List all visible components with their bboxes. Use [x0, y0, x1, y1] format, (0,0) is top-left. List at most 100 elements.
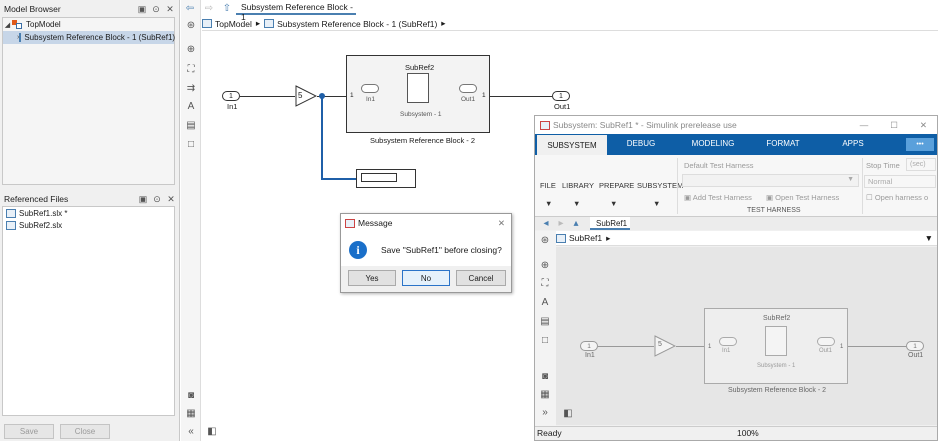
close-icon[interactable]: ✕ — [498, 218, 505, 229]
area-icon[interactable]: □ — [539, 335, 551, 346]
collapse-icon[interactable]: ◢ — [3, 21, 12, 29]
hide-show-browser-icon[interactable]: ⊛ — [185, 20, 197, 31]
tree-item-subref1[interactable]: › Subsystem Reference Block - 1 (SubRef1… — [3, 31, 175, 44]
fit-to-view-icon[interactable]: ⛶ — [539, 278, 551, 289]
ref-block-title: SubRef2 — [405, 63, 435, 72]
breadcrumb-subref1[interactable]: SubRef1 — [569, 233, 602, 243]
image-icon[interactable]: ▤ — [539, 316, 551, 327]
file-item[interactable]: SubRef1.slx * — [3, 207, 174, 219]
property-inspector-icon[interactable]: ▦ — [539, 389, 551, 400]
camera-icon[interactable]: ◙ — [185, 390, 197, 401]
back-icon[interactable]: ◂ — [540, 218, 552, 229]
open-test-harness[interactable]: ▣ Open Test Harness — [766, 193, 839, 202]
close-button[interactable]: Close — [60, 424, 110, 439]
gain-value: 5 — [298, 91, 303, 100]
hide-show-browser-icon[interactable]: ⊛ — [539, 235, 551, 246]
up-icon[interactable]: ⇧ — [221, 3, 233, 14]
inport-label: In1 — [227, 102, 238, 111]
open-harness-checkbox[interactable]: ☐ Open harness o — [866, 193, 928, 202]
signal-line[interactable] — [598, 346, 654, 347]
ribbon-library[interactable]: LIBRARY — [562, 181, 594, 190]
selected-signal-line[interactable] — [321, 178, 358, 180]
chevron-down-icon[interactable]: ▼ — [925, 233, 933, 243]
tab-subsystem[interactable]: SUBSYSTEM — [537, 135, 607, 155]
test-harness-group: TEST HARNESS — [747, 207, 801, 214]
signal-line[interactable] — [240, 96, 295, 97]
ribbon-file[interactable]: FILE — [540, 181, 556, 190]
signal-line[interactable] — [848, 346, 906, 347]
collapse-toolbar-icon[interactable]: « — [185, 426, 197, 437]
tab-format[interactable]: FORMAT — [757, 133, 809, 154]
chevron-down-icon: ▼ — [847, 176, 854, 183]
outport-block[interactable]: 1 — [906, 341, 924, 351]
tab-subsystem-reference-block-1[interactable]: Subsystem Reference Block - 1 — [236, 2, 356, 22]
back-icon[interactable]: ⇦ — [184, 3, 196, 14]
dropdown-icon[interactable]: ▼ — [545, 199, 552, 208]
stop-time-input[interactable]: (sec) — [906, 158, 936, 171]
ref-block-name: Subsystem Reference Block - 2 — [728, 387, 827, 394]
area-icon[interactable]: □ — [185, 139, 197, 150]
up-icon[interactable]: ▴ — [570, 218, 582, 229]
breadcrumb-topmodel[interactable]: TopModel — [215, 19, 252, 29]
annotation-icon[interactable]: A — [185, 101, 197, 112]
explorer-bar-icon[interactable]: ◧ — [562, 408, 574, 419]
annotation-icon[interactable]: A — [539, 297, 551, 308]
subsystem-reference-block-2[interactable]: SubRef2 In1 Subsystem - 1 Out1 1 1 — [704, 308, 848, 384]
tab-apps[interactable]: APPS — [830, 133, 876, 154]
panel-menu-icon[interactable]: ⊙ — [151, 4, 161, 14]
expand-toolbar-icon[interactable]: » — [539, 407, 551, 418]
maximize-icon[interactable]: ☐ — [890, 120, 898, 131]
property-inspector-icon[interactable]: ▦ — [185, 408, 197, 419]
panel-menu-icon[interactable]: ⊙ — [152, 194, 162, 204]
file-item[interactable]: SubRef2.slx — [3, 219, 174, 231]
zoom-icon[interactable]: ⊕ — [185, 44, 197, 55]
breadcrumb-arrow-icon[interactable]: ▸ — [606, 233, 610, 244]
outport-block[interactable]: 1 — [552, 91, 570, 101]
open-icon: ▣ — [766, 193, 776, 202]
close-icon[interactable]: ✕ — [920, 120, 927, 131]
ribbon-prepare[interactable]: PREPARE — [599, 181, 634, 190]
arrow-icon[interactable]: ⇉ — [185, 83, 197, 94]
window-diagram-canvas[interactable]: 1 In1 5 SubRef2 In1 Subsystem - 1 Out1 1… — [556, 247, 937, 425]
dropdown-icon[interactable]: ▼ — [573, 199, 580, 208]
tab-modeling[interactable]: MODELING — [685, 133, 741, 154]
forward-icon[interactable]: ⇨ — [203, 3, 215, 14]
subsystem-reference-block-2[interactable]: SubRef2 In1 Subsystem - 1 Out1 1 1 — [346, 55, 490, 133]
camera-icon[interactable]: ◙ — [539, 371, 551, 382]
image-icon[interactable]: ▤ — [185, 120, 197, 131]
tab-debug[interactable]: DEBUG — [615, 133, 667, 154]
breadcrumb-arrow-icon[interactable]: ▸ — [441, 18, 445, 29]
subsystem-reference-icon — [19, 33, 22, 42]
save-button[interactable]: Save — [4, 424, 54, 439]
minimize-icon[interactable]: — — [860, 120, 869, 130]
tree-item-topmodel[interactable]: ◢ TopModel — [3, 18, 174, 31]
signal-line[interactable] — [676, 346, 704, 347]
forward-icon[interactable]: ▸ — [555, 218, 567, 229]
yes-button[interactable]: Yes — [348, 270, 396, 286]
close-icon[interactable]: ✕ — [166, 194, 176, 204]
inner-inport — [361, 84, 379, 93]
inport-block[interactable]: 1 — [580, 341, 598, 351]
breadcrumb-subref1[interactable]: Subsystem Reference Block - 1 (SubRef1) — [277, 19, 437, 29]
undock-icon[interactable]: ▣ — [137, 4, 147, 14]
add-icon: ▣ — [684, 193, 693, 202]
cancel-button[interactable]: Cancel — [456, 270, 506, 286]
signal-line[interactable] — [490, 96, 552, 97]
add-test-harness[interactable]: ▣ Add Test Harness — [684, 193, 752, 202]
close-icon[interactable]: ✕ — [165, 4, 175, 14]
display-block[interactable] — [356, 169, 416, 188]
tab-subref1[interactable]: SubRef1 — [590, 217, 630, 230]
selected-signal-line[interactable] — [321, 96, 323, 179]
more-tabs-button[interactable]: ••• — [906, 138, 934, 151]
dropdown-icon[interactable]: ▼ — [653, 199, 660, 208]
dropdown-icon[interactable]: ▼ — [610, 199, 617, 208]
simulation-mode-select[interactable]: Normal — [864, 175, 936, 188]
harness-select[interactable]: ▼ — [682, 174, 859, 187]
inport-block[interactable]: 1 — [222, 91, 240, 101]
no-button[interactable]: No — [402, 270, 450, 286]
fit-to-view-icon[interactable]: ⛶ — [185, 64, 197, 75]
explorer-bar-icon[interactable]: ◧ — [206, 426, 218, 437]
zoom-icon[interactable]: ⊕ — [539, 260, 551, 271]
undock-icon[interactable]: ▣ — [138, 194, 148, 204]
model-icon — [202, 19, 212, 28]
